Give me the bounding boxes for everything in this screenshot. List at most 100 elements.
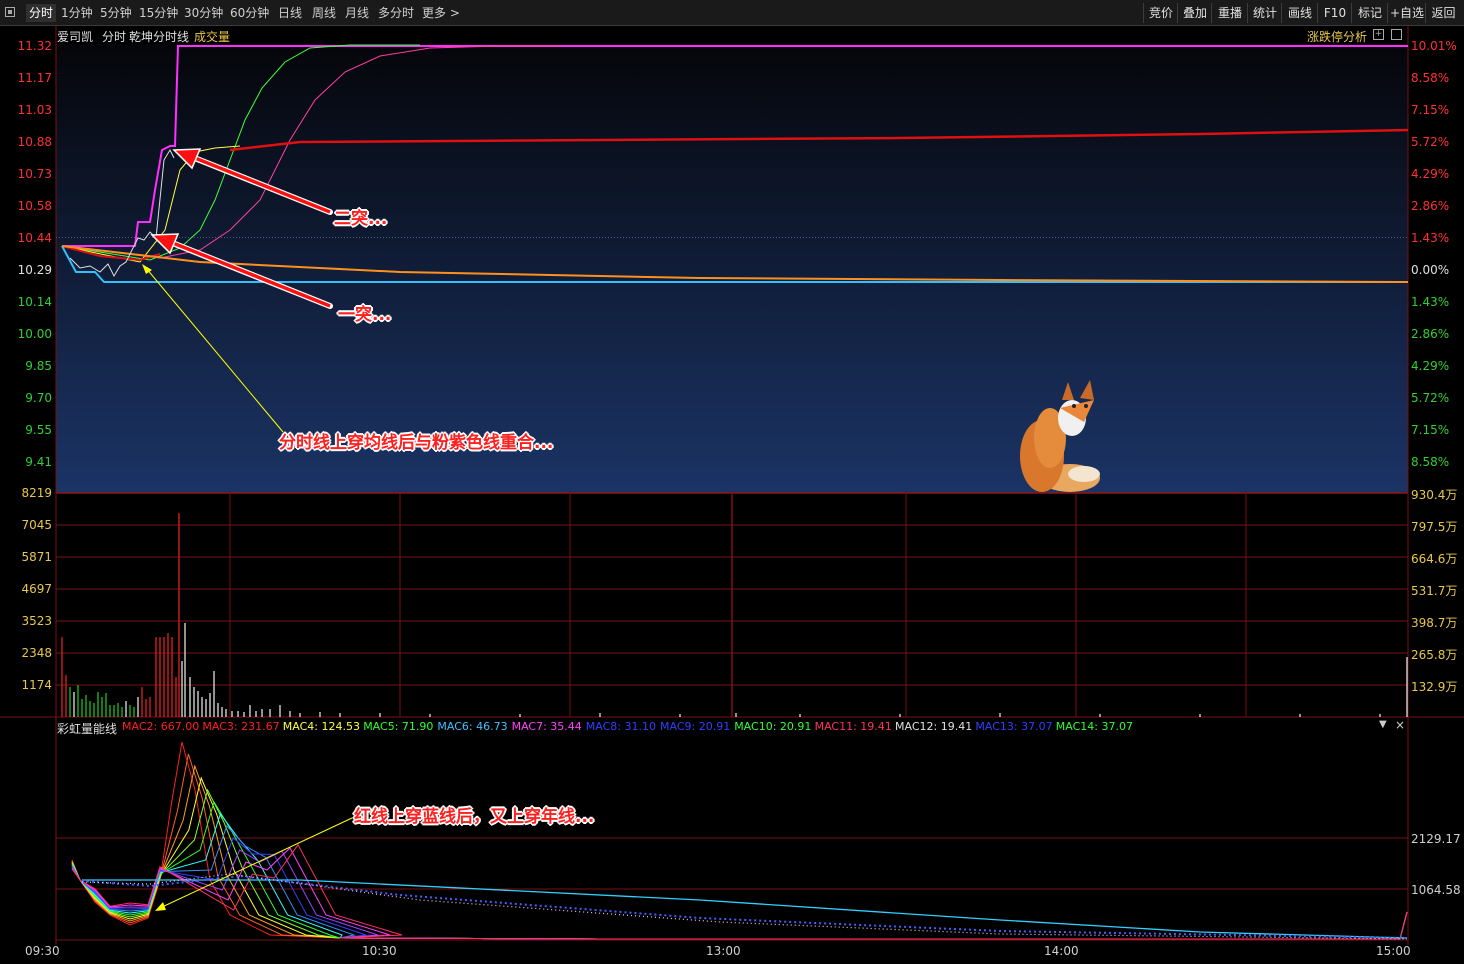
tab-more[interactable]: 更多 >	[422, 4, 460, 22]
volume-tick-left: 2348	[21, 646, 52, 660]
volume-tick-left: 5871	[21, 550, 52, 564]
price-tick-right: 4.29%	[1411, 359, 1450, 373]
tab-1min[interactable]: 1分钟	[61, 4, 93, 22]
indicator-line	[71, 825, 1408, 940]
price-tick-right: 7.15%	[1411, 103, 1450, 117]
volume-tick-left: 1174	[21, 678, 52, 692]
indicator-legend-item: MAC12: 19.41	[895, 720, 973, 733]
tab-daily[interactable]: 日线	[278, 4, 302, 22]
tab-5min[interactable]: 5分钟	[100, 4, 132, 22]
menu-icon[interactable]	[5, 7, 15, 17]
time-label-close: 15:00	[1376, 944, 1411, 958]
indicator-axis-upper: 2129.17	[1411, 832, 1461, 846]
price-tick-right: 1.43%	[1411, 231, 1450, 245]
price-tick-left: 9.70	[25, 391, 52, 405]
draw-button[interactable]: 画线	[1281, 3, 1318, 23]
indicator-legend-item: MAC14: 37.07	[1055, 720, 1133, 733]
chevron-down-icon[interactable]: ▼	[1379, 719, 1387, 730]
tab-60min[interactable]: 60分钟	[230, 4, 269, 22]
volume-tick-right: 398.7万	[1411, 616, 1458, 630]
mark-button[interactable]: 标记	[1351, 3, 1388, 23]
volume-bars	[61, 513, 1408, 717]
volume-tick-right: 531.7万	[1411, 584, 1458, 598]
back-button[interactable]: 返回	[1425, 3, 1461, 23]
price-tick-left: 10.14	[17, 295, 52, 309]
volume-grid	[55, 492, 1408, 717]
price-tick-right: 1.43%	[1411, 295, 1450, 309]
indicator-panel-name: 彩虹量能线	[57, 722, 118, 736]
annotation-cross-note: 分时线上穿均线后与粉紫色线重合...	[279, 433, 554, 453]
tab-monthly[interactable]: 月线	[345, 4, 369, 22]
indicator-line	[71, 764, 1408, 940]
tab-intraday[interactable]: 分时	[26, 4, 57, 22]
tab-weekly[interactable]: 周线	[312, 4, 336, 22]
overlay-button[interactable]: 叠加	[1177, 3, 1212, 23]
indicator-legend-item: MAC8: 31.10	[585, 720, 656, 733]
time-label-1030: 10:30	[362, 944, 397, 958]
indicator-legend-item: MAC3: 231.67	[202, 720, 280, 733]
replay-button[interactable]: 重播	[1211, 3, 1248, 23]
indicator-legend-item: MAC13: 37.07	[975, 720, 1053, 733]
time-label-1400: 14:00	[1044, 944, 1079, 958]
price-tick-right: 10.01%	[1411, 39, 1457, 53]
price-tick-right: 5.72%	[1411, 391, 1450, 405]
indicator-legend-item: MAC2: 667.00	[122, 720, 200, 733]
indicator-line	[71, 753, 1408, 940]
indicator-legend-item: MAC11: 19.41	[814, 720, 892, 733]
price-tick-left: 9.85	[25, 359, 52, 373]
volume-tick-left: 8219	[21, 486, 52, 500]
volume-tick-left: 4697	[21, 582, 52, 596]
volume-tick-left: 3523	[21, 614, 52, 628]
price-tick-right: 5.72%	[1411, 135, 1450, 149]
volume-tick-right: 797.5万	[1411, 520, 1458, 534]
stats-button[interactable]: 统计	[1247, 3, 1282, 23]
indicator-legend-item: MAC4: 124.53	[282, 720, 360, 733]
time-label-1300: 13:00	[706, 944, 741, 958]
f10-button[interactable]: F10	[1317, 3, 1352, 23]
price-tick-right: 8.58%	[1411, 455, 1450, 469]
price-tick-right: 7.15%	[1411, 423, 1450, 437]
price-tick-right: 2.86%	[1411, 327, 1450, 341]
price-tick-left: 9.41	[25, 455, 52, 469]
price-tick-left: 9.55	[25, 423, 52, 437]
price-tick-left: 10.44	[17, 231, 52, 245]
volume-tick-right: 930.4万	[1411, 488, 1458, 502]
price-tick-right: 2.86%	[1411, 199, 1450, 213]
indicator-legend-item: MAC5: 71.90	[363, 720, 434, 733]
annotation-second-breakout: 二突...	[334, 209, 388, 229]
price-tick-right: 8.58%	[1411, 71, 1450, 85]
add-watchlist-button[interactable]: +自选	[1387, 3, 1426, 23]
price-tick-left: 11.32	[17, 39, 52, 53]
tab-multi-day[interactable]: 多分时	[378, 4, 414, 22]
indicator-axis-lower: 1064.58	[1411, 883, 1461, 897]
indicator-legend-item: MAC10: 20.91	[734, 720, 812, 733]
pointer-indicator-head	[155, 902, 166, 911]
annotation-first-breakout: 一突...	[338, 305, 392, 325]
tab-15min[interactable]: 15分钟	[139, 4, 178, 22]
volume-tick-right: 132.9万	[1411, 680, 1458, 694]
price-panel-background	[56, 44, 1408, 493]
close-icon[interactable]: ×	[1395, 718, 1405, 732]
price-tick-left: 11.03	[17, 103, 52, 117]
indicator-line	[71, 741, 1408, 940]
price-tick-left: 10.58	[17, 199, 52, 213]
indicator-legend-item: MAC6: 46.73	[437, 720, 508, 733]
auction-button[interactable]: 竞价	[1143, 3, 1178, 23]
main-chart	[0, 26, 1464, 945]
tab-30min[interactable]: 30分钟	[184, 4, 223, 22]
indicator-lines	[71, 741, 1408, 940]
volume-tick-left: 7045	[21, 518, 52, 532]
price-tick-left: 10.00	[17, 327, 52, 341]
indicator-legend-item: MAC7: 35.44	[511, 720, 582, 733]
price-tick-left: 10.88	[17, 135, 52, 149]
price-tick-right: 4.29%	[1411, 167, 1450, 181]
indicator-line	[71, 776, 1408, 940]
price-tick-left: 11.17	[17, 71, 52, 85]
time-label-open: 09:30	[25, 944, 60, 958]
annotation-indicator-note: 红线上穿蓝线后，又上穿年线...	[354, 807, 595, 827]
price-tick-left: 10.73	[17, 167, 52, 181]
volume-tick-right: 265.8万	[1411, 648, 1458, 662]
volume-tick-right: 664.6万	[1411, 552, 1458, 566]
pointer-indicator	[159, 817, 353, 909]
indicator-grid	[56, 837, 1408, 890]
